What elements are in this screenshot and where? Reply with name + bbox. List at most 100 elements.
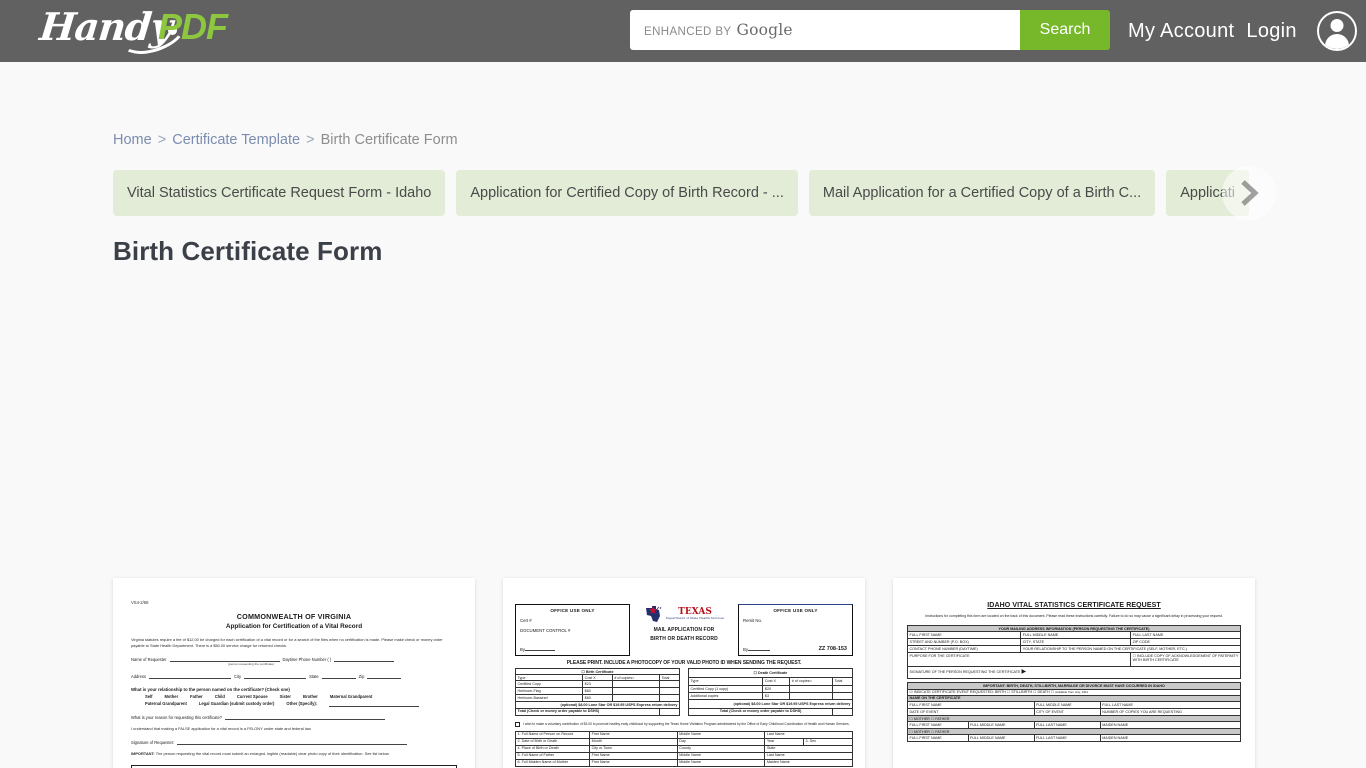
info-cell: First Name (589, 730, 678, 739)
state-label: State (309, 674, 319, 680)
reason-row: What is your reason for requesting this … (131, 714, 457, 721)
requester-row: Name of Requester Daytime Phone Number (… (131, 656, 457, 663)
office-left-control: DOCUMENT CONTROL # (520, 628, 571, 633)
row-label: Certified Copy (1 copy) (687, 685, 764, 694)
info-cell: 3. Sex (803, 737, 853, 746)
voluntary-contribution-row[interactable]: I wish to make a voluntary contribution … (515, 721, 853, 727)
doc-title: IDAHO VITAL STATISTICS CERTIFICATE REQUE… (987, 602, 1161, 609)
info-cell: Middle Name (676, 751, 766, 760)
info-cell: County (676, 744, 766, 753)
row-label: Heirloom-Bassinet (514, 694, 584, 703)
event-cell: DATE OF EVENT (907, 708, 1035, 716)
parent-cell: FULL MIDDLE NAME (967, 734, 1035, 743)
logo-text-pdf: PDF (158, 6, 228, 47)
mailing-address-table: YOUR MAILING ADDRESS INFORMATION (PERSON… (906, 625, 1241, 680)
chip-vital-statistics-idaho[interactable]: Vital Statistics Certificate Request For… (113, 170, 446, 216)
doc-title-line2: BIRTH OR DEATH RECORD (650, 636, 718, 642)
breadcrumb-separator-2: > (306, 132, 315, 148)
thumbnail-texas-mail-application[interactable]: OFFICE USE ONLY Cert # DOCUMENT CONTROL … (503, 578, 865, 768)
death-total-label: Total (Check or money order payable to D… (687, 707, 834, 716)
info-row-label: 2. Date of Birth or Death (514, 737, 591, 746)
row-cost: $20 (762, 685, 791, 694)
death-optional-delivery: (optional) $8.00 Lone Star OR $19.95 USP… (688, 699, 853, 709)
office-use-row: OFFICE USE ONLY Cert # DOCUMENT CONTROL … (515, 604, 853, 656)
thumbnail-virginia-vital-record[interactable]: VS4-2/68 COMMONWEALTH OF VIRGINIA Applic… (113, 578, 475, 768)
row-cost: $23 (582, 680, 613, 689)
event-cell: NUMBER OF COPIES YOU ARE REQUESTING (1099, 708, 1242, 716)
addr-cell: FULL MIDDLE NAME (1020, 631, 1132, 640)
birth-certificate-fee-table: ☐ Birth Certificate Type Cost X # of cop… (514, 667, 680, 716)
contribution-text: I wish to make a voluntary contribution … (523, 721, 850, 726)
important-label: IMPORTANT: (131, 751, 155, 757)
related-forms-chip-list[interactable]: Vital Statistics Certificate Request For… (113, 170, 1366, 216)
breadcrumb-item-home[interactable]: Home (113, 132, 152, 148)
parent-cell: FULL LAST NAME (1033, 734, 1101, 743)
login-link[interactable]: Login (1246, 20, 1296, 43)
rel-option-child: Child (214, 694, 225, 700)
signature-cell: SIGNATURE OF THE PERSON REQUESTING THE C… (907, 666, 1241, 680)
death-certificate-fee-table: ☐ Death Certificate Type Cost X # of cop… (687, 668, 853, 716)
form-code: VS4-2/68 (131, 600, 149, 605)
addr-cell: FULL LAST NAME (1130, 631, 1241, 640)
breadcrumb-separator-1: > (157, 132, 167, 148)
doc-instructions: Instructions for completing this form ar… (925, 614, 1223, 618)
rel-option-self: Self (145, 694, 153, 700)
info-row-label: 1. Full Name of Person on Record (514, 730, 591, 739)
info-cell: Month (589, 737, 678, 746)
th-cost: Cost X (762, 676, 791, 687)
info-row-label: 6. Full Maiden Name of Mother (514, 758, 591, 767)
chip-mail-application-certified-copy[interactable]: Mail Application for a Certified Copy of… (808, 170, 1156, 216)
th-total: Total (832, 676, 853, 687)
doc-subtitle: Application for Certification of a Vital… (225, 623, 363, 630)
signature-row: Signature of Requester: (131, 739, 457, 746)
rel-option-brother: Brother (303, 694, 318, 700)
search-input[interactable]: ENHANCED BY Google (630, 10, 1020, 50)
chevron-right-icon[interactable] (1222, 166, 1276, 220)
office-use-right: OFFICE USE ONLY Remit No. By ZZ 708-153 (738, 604, 853, 656)
info-cell: Last Name (764, 751, 853, 760)
search-button[interactable]: Search (1020, 10, 1110, 50)
event-cell: CITY OF EVENT (1033, 708, 1101, 716)
addr-cell: CITY, STATE (1020, 638, 1132, 647)
rel-option-paternal-grandparent: Paternal Grandparent (145, 701, 187, 707)
parent-cell: FULL FIRST NAME (907, 734, 969, 743)
birth-total-label: Total (Check or money order payable to D… (514, 707, 661, 716)
document-preview-texas: OFFICE USE ONLY Cert # DOCUMENT CONTROL … (503, 578, 865, 768)
site-logo[interactable]: Handy PDF (38, 0, 250, 62)
my-account-link[interactable]: My Account (1128, 20, 1234, 43)
reason-question: What is your reason for requesting this … (131, 715, 223, 721)
addr-cell: YOUR RELATIONSHIP TO THE PERSON NAMED ON… (1020, 645, 1241, 654)
advertisement-slot (113, 277, 1253, 567)
chip-application-certified-copy-birth-record[interactable]: Application for Certified Copy of Birth … (456, 170, 798, 216)
contribution-checkbox[interactable] (515, 721, 520, 727)
th-copies: # of copies= (789, 676, 834, 687)
office-right-by: By (743, 645, 771, 652)
zip-label: Zip (358, 674, 365, 680)
rel-option-current-spouse: Current Spouse (236, 694, 268, 700)
address-row: Address City State Zip (131, 673, 457, 680)
agency-name: TEXAS Department of State Health Service… (666, 606, 724, 620)
doc-title: COMMONWEALTH OF VIRGINIA (236, 612, 352, 621)
office-left-by: By (520, 645, 556, 652)
relationship-question: What is your relationship to the person … (131, 687, 290, 693)
addr-cell: ZIP CODE (1130, 638, 1241, 647)
page-title: Birth Certificate Form (113, 236, 383, 266)
breadcrumb-item-certificate-template[interactable]: Certificate Template (172, 132, 300, 148)
info-cell: Maiden Name (764, 758, 853, 767)
info-row-label: 4. Place of Birth or Death (514, 744, 591, 753)
fee-tables: ☐ Birth Certificate Type Cost X # of cop… (514, 667, 853, 716)
info-cell: First Name (589, 751, 678, 760)
row-label: Certified Copy (514, 680, 584, 689)
user-avatar-icon[interactable] (1316, 11, 1357, 51)
info-cell: First Name (589, 758, 678, 767)
relationship-options-row2: Paternal Grandparent Legal Guardian (sub… (131, 701, 457, 708)
th-type: Type (687, 676, 764, 687)
name-cell: FULL FIRST NAME (907, 701, 1035, 709)
parent-cell: FULL MIDDLE NAME (967, 721, 1035, 730)
address-label: Address (131, 674, 147, 680)
row-cost: $60 (582, 694, 613, 703)
thumbnail-idaho-certificate-request[interactable]: IDAHO VITAL STATISTICS CERTIFICATE REQUE… (893, 578, 1255, 768)
row-cost: $60 (582, 687, 613, 696)
certificate-details-table: IMPORTANT: BIRTH, DEATH, STILLBIRTH, MAR… (907, 682, 1242, 743)
agency-sub: Department of State Health Services (666, 615, 724, 620)
